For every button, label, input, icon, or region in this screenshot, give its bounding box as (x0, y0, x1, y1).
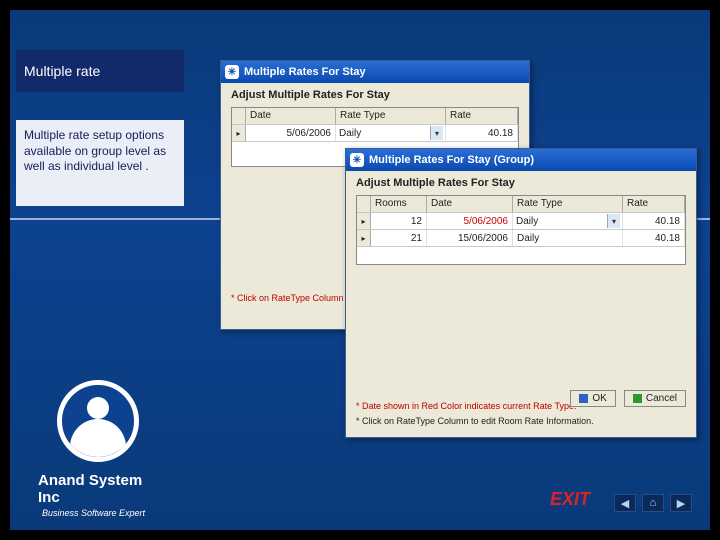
col-rate[interactable]: Rate (446, 108, 518, 124)
cell-rooms[interactable]: 12 (371, 213, 427, 229)
exit-button[interactable]: EXIT (550, 489, 590, 510)
cell-rate[interactable]: 40.18 (623, 230, 685, 246)
cell-rate-type[interactable]: Daily (336, 125, 446, 141)
col-rooms[interactable]: Rooms (371, 196, 427, 212)
nav-controls: ◀ ⌂ ▶ (614, 494, 692, 512)
col-rate-type[interactable]: Rate Type (336, 108, 446, 124)
slide-background: Multiple rate Multiple rate setup option… (10, 10, 710, 530)
logo-icon (57, 380, 139, 462)
arrow-right-icon: ▶ (677, 497, 685, 510)
company-name: Anand System Inc (38, 472, 158, 506)
cell-rate[interactable]: 40.18 (446, 125, 518, 141)
table-row[interactable]: ▸ 5/06/2006 Daily 40.18 (232, 125, 518, 142)
arrow-left-icon: ◀ (621, 497, 629, 510)
col-date[interactable]: Date (427, 196, 513, 212)
table-row[interactable]: ▸ 12 5/06/2006 Daily 40.18 (357, 213, 685, 230)
app-icon: ✳ (350, 153, 364, 167)
dialog2-grid: Rooms Date Rate Type Rate ▸ 12 5/06/2006… (356, 195, 686, 265)
cell-rate-type[interactable]: Daily (513, 213, 623, 229)
dialog1-subtitle: Adjust Multiple Rates For Stay (221, 83, 529, 103)
slide-title-box: Multiple rate (16, 50, 184, 92)
slide-description-box: Multiple rate setup options available on… (16, 120, 184, 206)
dialog2-title: Multiple Rates For Stay (Group) (369, 154, 534, 166)
cancel-icon (633, 394, 642, 403)
dialog1-title: Multiple Rates For Stay (244, 66, 366, 78)
col-rate-type[interactable]: Rate Type (513, 196, 623, 212)
row-handle[interactable]: ▸ (357, 230, 371, 246)
table-row[interactable]: ▸ 21 15/06/2006 Daily 40.18 (357, 230, 685, 247)
col-date[interactable]: Date (246, 108, 336, 124)
ok-button[interactable]: OK (570, 390, 615, 407)
cell-date[interactable]: 15/06/2006 (427, 230, 513, 246)
nav-home-button[interactable]: ⌂ (642, 494, 664, 512)
nav-next-button[interactable]: ▶ (670, 494, 692, 512)
cell-rate-type[interactable]: Daily (513, 230, 623, 246)
app-icon: ✳ (225, 65, 239, 79)
row-handle[interactable]: ▸ (357, 213, 371, 229)
check-icon (579, 394, 588, 403)
dialog2-titlebar[interactable]: ✳ Multiple Rates For Stay (Group) (346, 149, 696, 171)
cell-date[interactable]: 5/06/2006 (427, 213, 513, 229)
slide-title: Multiple rate (24, 63, 100, 79)
dialog1-titlebar[interactable]: ✳ Multiple Rates For Stay (221, 61, 529, 83)
dialog-multiple-rates-group: ✳ Multiple Rates For Stay (Group) Adjust… (345, 148, 697, 438)
row-handle[interactable]: ▸ (232, 125, 246, 141)
cancel-button[interactable]: Cancel (624, 390, 686, 407)
dialog2-note2: Click on RateType Column to edit Room Ra… (346, 414, 696, 429)
home-icon: ⌂ (650, 497, 657, 509)
company-logo-block: Anand System Inc Business Software Exper… (38, 380, 158, 518)
rate-type-dropdown[interactable]: Daily (337, 126, 444, 140)
dialog2-subtitle: Adjust Multiple Rates For Stay (346, 171, 696, 191)
nav-prev-button[interactable]: ◀ (614, 494, 636, 512)
cell-rate[interactable]: 40.18 (623, 213, 685, 229)
rate-type-dropdown[interactable]: Daily (514, 214, 621, 228)
slide-description: Multiple rate setup options available on… (24, 128, 166, 173)
cell-date[interactable]: 5/06/2006 (246, 125, 336, 141)
cell-rooms[interactable]: 21 (371, 230, 427, 246)
col-rate[interactable]: Rate (623, 196, 685, 212)
company-tagline: Business Software Expert (42, 508, 158, 518)
